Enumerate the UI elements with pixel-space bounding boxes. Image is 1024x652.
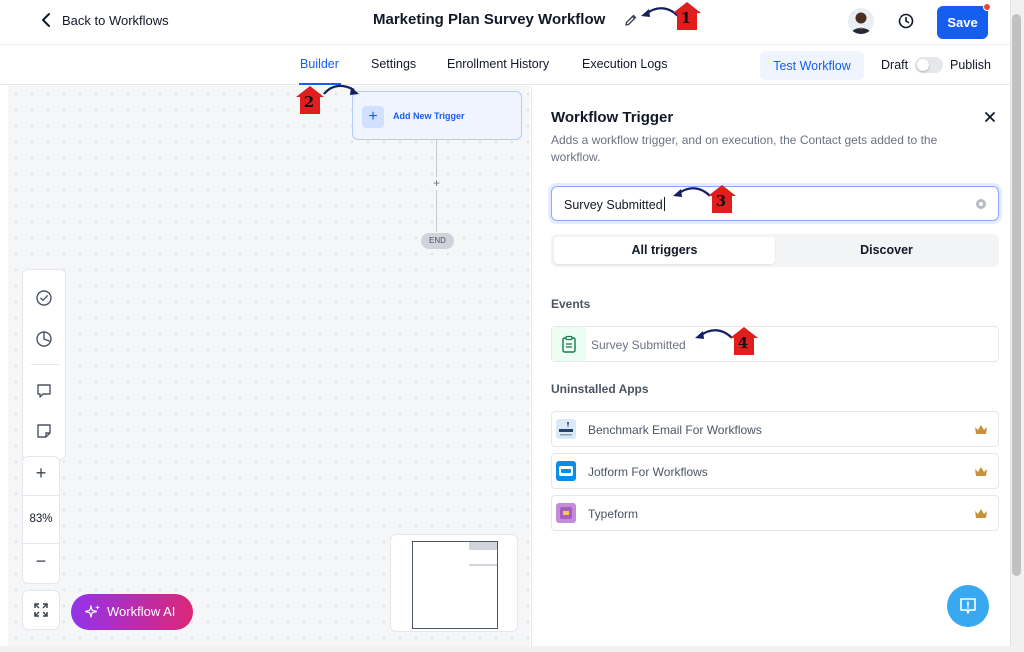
- annotation-marker: 4: [729, 326, 759, 356]
- app-label: Benchmark Email For Workflows: [588, 423, 762, 437]
- segment-all-triggers[interactable]: All triggers: [554, 237, 775, 264]
- crown-icon: [975, 467, 987, 476]
- draft-label: Draft: [881, 58, 909, 72]
- pencil-icon[interactable]: [624, 13, 638, 27]
- event-icon-box: [552, 327, 586, 361]
- events-heading: Events: [551, 297, 591, 311]
- jotform-logo: [556, 461, 576, 481]
- sparkles-icon: [85, 605, 100, 618]
- clear-search-icon[interactable]: [976, 199, 986, 209]
- search-value-wrap: Survey Submitted: [564, 197, 665, 212]
- top-bar: Back to Workflows Marketing Plan Survey …: [0, 0, 1010, 44]
- zoom-level: 83%: [29, 513, 53, 525]
- app-item-typeform[interactable]: Typeform: [551, 495, 999, 531]
- user-avatar[interactable]: [848, 8, 874, 34]
- zoom-out-button[interactable]: −: [23, 551, 59, 572]
- panel-title: Workflow Trigger: [551, 109, 674, 126]
- workflow-ai-button[interactable]: Workflow AI: [71, 594, 193, 630]
- app-label: Typeform: [588, 507, 639, 521]
- help-chat-button[interactable]: [947, 585, 989, 627]
- toolbar-divider: [31, 364, 59, 365]
- back-to-workflows-link[interactable]: Back to Workflows: [40, 12, 169, 28]
- workflow-canvas[interactable]: + Add New Trigger + END + 83% − Workflow…: [8, 86, 530, 646]
- tab-execution-logs[interactable]: Execution Logs: [582, 57, 667, 71]
- tab-enrollment-history[interactable]: Enrollment History: [447, 57, 549, 71]
- annotation-marker: 3: [707, 184, 737, 214]
- publish-toggle[interactable]: [915, 57, 943, 73]
- annotation-number: 4: [737, 334, 749, 352]
- typeform-logo: [556, 503, 576, 523]
- zoom-in-button[interactable]: +: [23, 463, 59, 484]
- end-node: END: [421, 233, 454, 249]
- uninstalled-apps-heading: Uninstalled Apps: [551, 382, 649, 396]
- search-value: Survey Submitted: [564, 198, 663, 212]
- test-workflow-button[interactable]: Test Workflow: [760, 51, 864, 80]
- minimap-viewport: [412, 541, 498, 629]
- segment-discover[interactable]: Discover: [777, 237, 996, 264]
- minimap-node: [469, 564, 497, 566]
- pie-chart-icon[interactable]: [35, 330, 53, 348]
- event-label: Survey Submitted: [591, 338, 686, 352]
- crown-icon: [975, 425, 987, 434]
- panel-description: Adds a workflow trigger, and on executio…: [551, 133, 938, 164]
- scrollbar-thumb[interactable]: [1012, 14, 1021, 576]
- fit-view-button[interactable]: [22, 590, 60, 630]
- plus-icon: +: [362, 106, 384, 128]
- app-item-benchmark-email[interactable]: Benchmark Email For Workflows: [551, 411, 999, 447]
- minimap-node: [469, 542, 497, 550]
- save-button[interactable]: Save: [937, 6, 988, 39]
- person-icon: [848, 8, 874, 34]
- add-step-plus-icon[interactable]: +: [430, 177, 443, 190]
- app-label: Jotform For Workflows: [588, 465, 708, 479]
- chevron-left-icon: [42, 13, 50, 27]
- workflow-ai-label: Workflow AI: [107, 604, 176, 619]
- benchmark-email-logo: [556, 419, 576, 439]
- zoom-divider: [23, 543, 59, 544]
- add-trigger-label: Add New Trigger: [393, 111, 465, 121]
- annotation-marker: 1: [672, 1, 702, 31]
- clipboard-icon: [562, 335, 576, 353]
- sticky-note-icon[interactable]: [35, 422, 53, 440]
- comment-icon[interactable]: [35, 382, 53, 400]
- expand-icon: [34, 603, 48, 617]
- history-icon[interactable]: [897, 12, 915, 30]
- trigger-segment-control: All triggers Discover: [551, 234, 999, 267]
- minimap[interactable]: [390, 534, 518, 632]
- annotation-number: 1: [680, 9, 692, 27]
- event-item-survey-submitted[interactable]: Survey Submitted: [551, 326, 999, 362]
- back-label: Back to Workflows: [62, 12, 169, 28]
- tab-builder[interactable]: Builder: [300, 57, 339, 71]
- canvas-toolbar: [22, 269, 66, 460]
- workflow-title: Marketing Plan Survey Workflow: [373, 11, 606, 28]
- window-bottom-edge: [0, 646, 1024, 652]
- annotation-number: 2: [303, 93, 315, 111]
- close-icon[interactable]: [984, 111, 996, 123]
- text-caret: [663, 197, 665, 211]
- zoom-divider: [23, 495, 59, 496]
- trigger-search-input[interactable]: Survey Submitted: [551, 186, 999, 221]
- annotation-arrow: [323, 84, 359, 95]
- workflow-trigger-panel: Workflow Trigger Adds a workflow trigger…: [531, 86, 1010, 646]
- tab-settings[interactable]: Settings: [371, 57, 416, 71]
- publish-label: Publish: [950, 58, 991, 72]
- annotation-number: 3: [715, 192, 727, 210]
- app-item-jotform[interactable]: Jotform For Workflows: [551, 453, 999, 489]
- add-new-trigger-card[interactable]: + Add New Trigger: [352, 91, 522, 140]
- crown-icon: [975, 509, 987, 518]
- zoom-controls: + 83% −: [22, 456, 60, 584]
- chat-bubble-icon: [960, 598, 976, 614]
- notification-dot: [983, 3, 991, 11]
- check-circle-icon[interactable]: [35, 289, 53, 307]
- tab-bar: Builder Settings Enrollment History Exec…: [0, 44, 1010, 85]
- annotation-marker: 2: [295, 85, 325, 115]
